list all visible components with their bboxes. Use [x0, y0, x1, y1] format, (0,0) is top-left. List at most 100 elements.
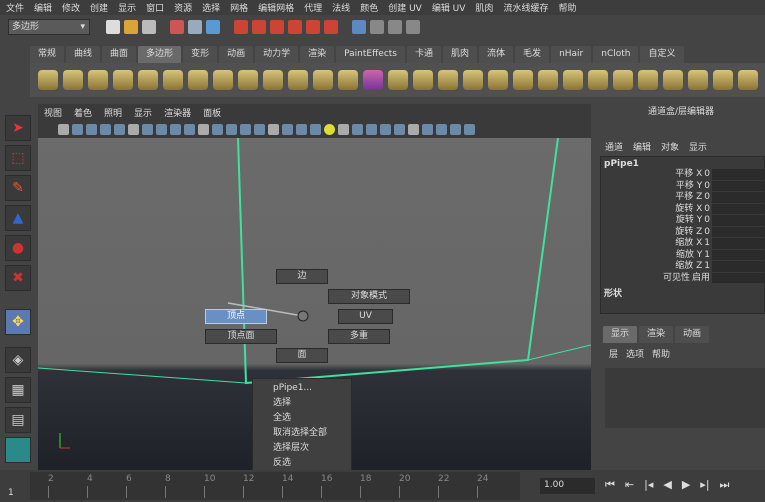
channel-menu-item[interactable]: 编辑: [633, 140, 651, 154]
poly-tool-icon[interactable]: [63, 70, 83, 90]
scale-tool-icon[interactable]: ✖: [5, 265, 31, 291]
attribute-value[interactable]: 0: [704, 192, 710, 202]
time-slider[interactable]: 1 2 4 6 8 10 12 14 16 18 20 22 24 1.00 ⏮ ⇤ |◂ ◀ ▶ ▸…: [0, 470, 765, 502]
poly-tool-icon[interactable]: [138, 70, 158, 90]
poly-tool-icon[interactable]: [163, 70, 183, 90]
attribute-row[interactable]: 平移 X0: [604, 169, 764, 181]
shelf-tab[interactable]: 常规: [30, 46, 65, 63]
poly-tool-icon[interactable]: [263, 70, 283, 90]
menu-set-dropdown[interactable]: 多边形: [8, 19, 90, 35]
viewport-tool-icon[interactable]: [226, 123, 237, 135]
shelf-tab[interactable]: nCloth: [593, 46, 639, 63]
mm-face[interactable]: 面: [276, 348, 328, 363]
viewport-tool-icon[interactable]: [436, 123, 447, 135]
layer-menu-item[interactable]: 帮助: [652, 347, 670, 360]
viewport-menu-item[interactable]: 面板: [203, 106, 221, 119]
poly-tool-icon[interactable]: [588, 70, 608, 90]
menu-item[interactable]: 帮助: [558, 1, 576, 14]
poly-tool-icon[interactable]: [188, 70, 208, 90]
viewport-tool-icon[interactable]: [324, 123, 335, 135]
go-to-start-icon[interactable]: ⏮: [605, 478, 615, 492]
shelf-tab[interactable]: 多边形: [138, 46, 182, 63]
poly-tool-icon[interactable]: [438, 70, 458, 90]
context-menu-item[interactable]: 全选: [273, 411, 351, 426]
go-to-end-icon[interactable]: ⏭: [720, 478, 730, 492]
current-frame-field[interactable]: 1.00: [540, 478, 595, 494]
attribute-value[interactable]: 1: [704, 250, 710, 260]
attribute-value[interactable]: 0: [704, 169, 710, 179]
layer-menu-item[interactable]: 层: [609, 347, 618, 360]
shelf-tab[interactable]: 动画: [219, 46, 254, 63]
viewport-tool-icon[interactable]: [464, 123, 475, 135]
menu-item[interactable]: 显示: [118, 1, 136, 14]
select-component-icon[interactable]: [206, 20, 220, 34]
attribute-row[interactable]: 平移 Z0: [604, 192, 764, 204]
viewport-tool-icon[interactable]: [198, 123, 209, 135]
attribute-row[interactable]: 缩放 Z1: [604, 261, 764, 273]
poly-tool-icon[interactable]: [338, 70, 358, 90]
attribute-field[interactable]: [712, 249, 764, 261]
layer-tab[interactable]: 动画: [675, 326, 710, 343]
poly-tool-icon[interactable]: [688, 70, 708, 90]
viewport-tool-icon[interactable]: [310, 123, 321, 135]
viewport-tool-icon[interactable]: [254, 123, 265, 135]
lasso-tool-icon[interactable]: ⬚: [5, 145, 31, 171]
layer-tab[interactable]: 显示: [603, 326, 638, 343]
menu-item[interactable]: 资源: [174, 1, 192, 14]
viewport-menu-item[interactable]: 显示: [134, 106, 152, 119]
snap-curve-icon[interactable]: [252, 20, 266, 34]
select-tool-icon[interactable]: ➤: [5, 115, 31, 141]
viewport-tool-icon[interactable]: [352, 123, 363, 135]
viewport-tool-icon[interactable]: [184, 123, 195, 135]
attribute-row[interactable]: 缩放 Y1: [604, 249, 764, 261]
menu-item[interactable]: 编辑网格: [258, 1, 294, 14]
viewport-tool-icon[interactable]: [380, 123, 391, 135]
attribute-field[interactable]: [712, 192, 764, 204]
save-scene-icon[interactable]: [142, 20, 156, 34]
shelf-tab[interactable]: 渲染: [300, 46, 335, 63]
ipr-render-icon[interactable]: [388, 20, 402, 34]
shelf-tab[interactable]: 变形: [183, 46, 218, 63]
poly-tool-icon[interactable]: [638, 70, 658, 90]
menu-item[interactable]: 选择: [202, 1, 220, 14]
attribute-field[interactable]: [712, 238, 764, 250]
attribute-value[interactable]: 1: [704, 261, 710, 271]
poly-tool-icon[interactable]: [613, 70, 633, 90]
viewport-menu-item[interactable]: 照明: [104, 106, 122, 119]
layout-two-icon[interactable]: ▤: [5, 407, 31, 433]
shelf-tab[interactable]: nHair: [551, 46, 592, 63]
menu-item[interactable]: 窗口: [146, 1, 164, 14]
viewport-tool-icon[interactable]: [394, 123, 405, 135]
poly-tool-icon[interactable]: [488, 70, 508, 90]
poly-tool-icon[interactable]: [288, 70, 308, 90]
channel-menu-item[interactable]: 对象: [661, 140, 679, 154]
poly-tool-icon[interactable]: [88, 70, 108, 90]
viewport-tool-icon[interactable]: [450, 123, 461, 135]
mm-vertex-face[interactable]: 顶点面: [205, 329, 277, 344]
context-menu-item[interactable]: 反选: [273, 456, 351, 471]
poly-tool-icon[interactable]: [413, 70, 433, 90]
poly-tool-icon[interactable]: [238, 70, 258, 90]
poly-tool-icon[interactable]: [713, 70, 733, 90]
menu-item[interactable]: 网格: [230, 1, 248, 14]
layout-four-icon[interactable]: ▦: [5, 377, 31, 403]
viewport-tool-icon[interactable]: [268, 123, 279, 135]
viewport-tool-icon[interactable]: [240, 123, 251, 135]
shelf-tab[interactable]: 动力学: [255, 46, 299, 63]
layer-menu-item[interactable]: 选项: [626, 347, 644, 360]
mm-uv[interactable]: UV: [338, 309, 393, 324]
viewport-tool-icon[interactable]: [128, 123, 139, 135]
viewport-tool-icon[interactable]: [170, 123, 181, 135]
attribute-row[interactable]: 旋转 Y0: [604, 215, 764, 227]
context-menu-item[interactable]: 选择层次: [273, 441, 351, 456]
timeline-ruler[interactable]: 2 4 6 8 10 12 14 16 18 20 22 24: [30, 472, 520, 500]
attribute-field[interactable]: [712, 180, 764, 192]
shelf-tab[interactable]: 曲线: [66, 46, 101, 63]
attribute-field[interactable]: [712, 226, 764, 238]
viewport-tool-icon[interactable]: [100, 123, 111, 135]
menu-item[interactable]: 创建: [90, 1, 108, 14]
poly-tool-icon[interactable]: [563, 70, 583, 90]
viewport-menu-item[interactable]: 渲染器: [164, 106, 191, 119]
poly-tool-icon[interactable]: [388, 70, 408, 90]
poly-tool-icon[interactable]: [738, 70, 758, 90]
